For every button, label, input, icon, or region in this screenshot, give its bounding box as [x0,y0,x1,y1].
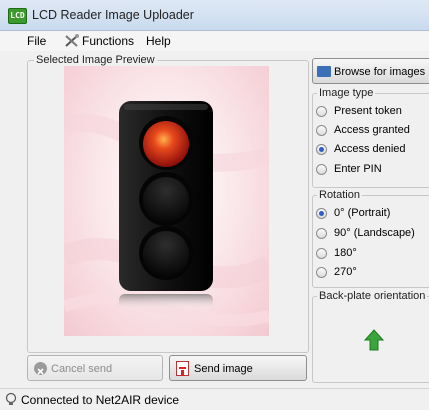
preview-legend: Selected Image Preview [34,54,157,66]
radio-button[interactable] [316,228,327,239]
radio-button[interactable] [316,144,327,155]
image-type-legend: Image type [317,87,376,99]
browse-button[interactable]: Browse for images [312,58,429,84]
radio-button[interactable] [316,248,327,259]
lightbulb-icon [5,392,17,405]
radio-label: 0° (Portrait) [334,207,391,219]
app-icon: LCD [8,8,27,24]
window-title: LCD Reader Image Uploader [32,8,194,22]
rotation-legend: Rotation [317,189,362,201]
radio-button[interactable] [316,164,327,175]
status-text: Connected to Net2AIR device [21,393,180,407]
up-arrow-icon[interactable] [364,329,384,351]
radio-label: 180° [334,247,357,259]
back-plate-legend: Back-plate orientation [317,290,428,302]
cancel-icon [34,362,47,375]
radio-button[interactable] [316,106,327,117]
send-icon [176,361,189,376]
browse-label: Browse for images [334,66,426,78]
radio-label: Access granted [334,124,410,136]
wrench-icon [65,34,79,47]
menu-functions[interactable]: Functions [82,34,134,48]
radio-label: 270° [334,266,357,278]
radio-label: Enter PIN [334,163,382,175]
folder-icon [317,66,331,77]
send-image-button[interactable]: Send image [169,355,307,381]
radio-button[interactable] [316,208,327,219]
radio-label: 90° (Landscape) [334,227,415,239]
radio-button[interactable] [316,125,327,136]
title-bar: LCD LCD Reader Image Uploader [0,0,429,31]
image-preview [64,66,269,336]
cancel-send-label: Cancel send [51,363,113,375]
radio-button[interactable] [316,267,327,278]
radio-label: Access denied [334,143,406,155]
cancel-send-button[interactable]: Cancel send [27,355,163,381]
send-image-label: Send image [194,363,253,375]
radio-label: Present token [334,105,402,117]
menu-file[interactable]: File [27,34,46,48]
traffic-light-image [64,101,269,327]
status-bar: Connected to Net2AIR device [0,388,429,410]
menu-help[interactable]: Help [146,34,171,48]
